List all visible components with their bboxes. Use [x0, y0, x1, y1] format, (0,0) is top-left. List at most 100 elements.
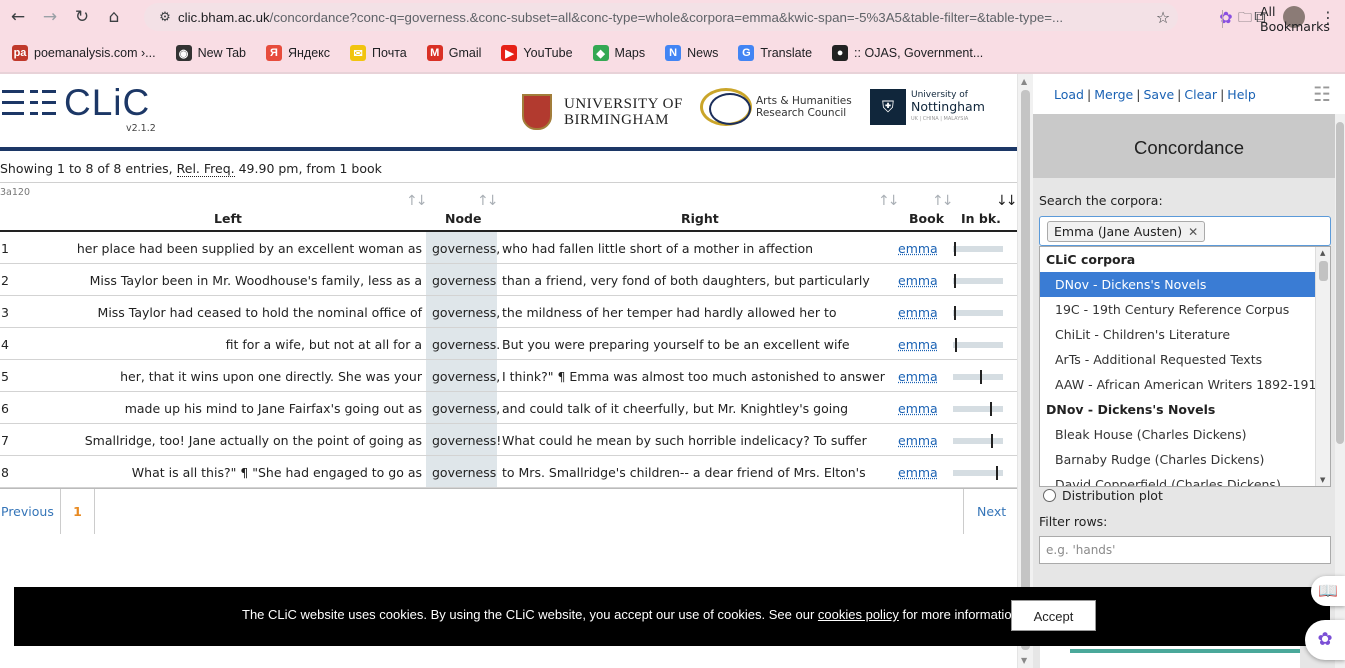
- dropdown-scroll-up-icon[interactable]: ▲: [1320, 249, 1325, 257]
- header-right[interactable]: Right: [681, 211, 719, 226]
- node-word: governess: [432, 273, 497, 288]
- table-row: 5 her, that it wins upon one directly. Sh…: [0, 360, 1017, 392]
- in-book-position-bar: [953, 306, 1003, 320]
- url-text[interactable]: clic.bham.ac.uk/concordance?conc-q=gover…: [178, 10, 1148, 25]
- dropdown-scrollbar[interactable]: ▲ ▼: [1315, 247, 1330, 486]
- bookmark-item[interactable]: pa poemanalysis.com ›...: [4, 45, 164, 61]
- in-book-position-mark: [954, 306, 956, 320]
- bookmark-item[interactable]: M Gmail: [419, 45, 490, 61]
- next-page-button[interactable]: Next: [963, 489, 1017, 534]
- sort-inbk-icon[interactable]: ↓↓: [996, 193, 1018, 209]
- in-book-position-mark: [954, 242, 956, 256]
- clic-logo[interactable]: CLiC: [64, 82, 150, 124]
- dropdown-option[interactable]: ChiLit - Children's Literature: [1040, 322, 1315, 347]
- clear-link[interactable]: Clear: [1184, 87, 1217, 102]
- bookmark-item[interactable]: G Translate: [730, 45, 820, 61]
- panel-settings-icon[interactable]: ☷: [1313, 82, 1331, 106]
- folder-icon: 🗀: [1238, 10, 1252, 26]
- dropdown-option[interactable]: Bleak House (Charles Dickens): [1040, 422, 1315, 447]
- bookmark-item[interactable]: Я Яндекс: [258, 45, 338, 61]
- scroll-up-icon[interactable]: ▲: [1021, 77, 1027, 86]
- bookmark-item[interactable]: N News: [657, 45, 726, 61]
- dropdown-option[interactable]: ArTs - Additional Requested Texts: [1040, 347, 1315, 372]
- dropdown-option[interactable]: Barnaby Rudge (Charles Dickens): [1040, 447, 1315, 472]
- search-corpora-label: Search the corpora:: [1039, 193, 1163, 208]
- bookmark-favicon-icon: ▶: [501, 45, 518, 61]
- help-link[interactable]: Help: [1227, 87, 1256, 102]
- ahrc-logo[interactable]: Arts & Humanities Research Council: [700, 88, 852, 126]
- bookmark-item[interactable]: ◉ New Tab: [168, 45, 254, 61]
- distribution-plot-option[interactable]: Distribution plot: [1043, 488, 1163, 503]
- scroll-down-icon[interactable]: ▼: [1021, 656, 1027, 665]
- back-icon[interactable]: ←: [4, 3, 32, 31]
- header-left[interactable]: Left: [214, 211, 242, 226]
- sort-book-icon[interactable]: ↑↓: [932, 193, 954, 209]
- assistant-brain-icon[interactable]: ✿: [1305, 620, 1345, 660]
- uob-logo[interactable]: UNIVERSITY OF BIRMINGHAM: [522, 94, 683, 130]
- clic-logo-bars-icon: [2, 90, 56, 115]
- cookies-policy-link[interactable]: cookies policy: [818, 607, 899, 622]
- all-bookmarks[interactable]: 🗀 All Bookmarks: [1238, 0, 1345, 38]
- sort-left-icon[interactable]: ↑↓: [406, 193, 428, 209]
- table-row: 2 Miss Taylor been in Mr. Woodhouse's fam…: [0, 264, 1017, 296]
- site-settings-icon[interactable]: ⚙: [152, 10, 178, 25]
- dropdown-option[interactable]: DNov - Dickens's Novels: [1040, 272, 1315, 297]
- slider-track[interactable]: [1070, 649, 1300, 653]
- reload-icon[interactable]: ↻: [68, 3, 96, 31]
- page-scroll-thumb[interactable]: [1021, 90, 1030, 650]
- dropdown-option[interactable]: 19C - 19th Century Reference Corpus: [1040, 297, 1315, 322]
- home-icon[interactable]: ⌂: [100, 3, 128, 31]
- save-link[interactable]: Save: [1143, 87, 1174, 102]
- bookmark-item[interactable]: ◆ Maps: [585, 45, 654, 61]
- uon-logo[interactable]: ⛨ University of Nottingham UK | CHINA | MA…: [870, 89, 985, 125]
- header-rule: [0, 147, 1017, 151]
- sort-node-icon[interactable]: ↑↓: [477, 193, 499, 209]
- in-book-position-bar: [953, 466, 1003, 480]
- row-number: 7: [1, 433, 9, 448]
- forward-icon[interactable]: →: [36, 3, 64, 31]
- book-link[interactable]: emma: [898, 401, 938, 416]
- dropdown-scroll-down-icon[interactable]: ▼: [1320, 476, 1325, 484]
- previous-page-button[interactable]: Previous: [1, 504, 54, 519]
- filter-rows-input[interactable]: e.g. 'hands': [1039, 536, 1331, 564]
- book-link[interactable]: emma: [898, 305, 938, 320]
- book-link[interactable]: emma: [898, 433, 938, 448]
- page-scrollbar[interactable]: ▲ ▼: [1017, 74, 1033, 668]
- book-link[interactable]: emma: [898, 273, 938, 288]
- dropdown-scroll-thumb[interactable]: [1319, 261, 1328, 281]
- table-row: 3 Miss Taylor had ceased to hold the nomi…: [0, 296, 1017, 328]
- header-book[interactable]: Book: [909, 211, 944, 226]
- book-link[interactable]: emma: [898, 369, 938, 384]
- corpora-select[interactable]: Emma (Jane Austen) ✕: [1039, 216, 1331, 246]
- node-word: governess,: [432, 369, 501, 384]
- remove-chip-icon[interactable]: ✕: [1188, 225, 1198, 239]
- panel-scroll-thumb[interactable]: [1336, 122, 1344, 444]
- header-node[interactable]: Node: [445, 211, 481, 226]
- address-bar[interactable]: ⚙ clic.bham.ac.uk/concordance?conc-q=gov…: [144, 3, 1178, 31]
- selected-corpus-chip[interactable]: Emma (Jane Austen) ✕: [1047, 221, 1206, 242]
- bookmark-star-icon[interactable]: ☆: [1148, 8, 1178, 27]
- book-link[interactable]: emma: [898, 241, 938, 256]
- dropdown-option[interactable]: David Copperfield (Charles Dickens): [1040, 472, 1315, 486]
- accept-cookies-button[interactable]: Accept: [1011, 600, 1096, 631]
- merge-link[interactable]: Merge: [1094, 87, 1133, 102]
- bookmark-item[interactable]: ▶ YouTube: [493, 45, 580, 61]
- bookmark-item[interactable]: ●:: OJAS, Government...: [824, 45, 991, 61]
- bookmark-item[interactable]: ✉ Почта: [342, 45, 415, 61]
- header-inbk[interactable]: In bk.: [961, 211, 1001, 226]
- reader-book-icon[interactable]: 📖: [1311, 576, 1345, 606]
- right-context: What could he mean by such horrible inde…: [502, 433, 867, 448]
- right-context: I think?" ¶ Emma was almost too much ast…: [502, 369, 885, 384]
- book-link[interactable]: emma: [898, 465, 938, 480]
- left-context: Miss Taylor had ceased to hold the nomin…: [97, 305, 422, 320]
- distribution-radio[interactable]: [1043, 489, 1056, 502]
- load-link[interactable]: Load: [1054, 87, 1084, 102]
- current-page-button[interactable]: 1: [60, 489, 95, 534]
- book-link[interactable]: emma: [898, 337, 938, 352]
- browser-toolbar: ← → ↻ ⌂ ⚙ clic.bham.ac.uk/concordance?co…: [0, 0, 1345, 34]
- dropdown-option[interactable]: AAW - African American Writers 1892-1912: [1040, 372, 1315, 397]
- cookie-banner: The CLiC website uses cookies. By using …: [14, 587, 1330, 646]
- sort-right-icon[interactable]: ↑↓: [878, 193, 900, 209]
- right-context: to Mrs. Smallridge's children-- a dear f…: [502, 465, 866, 480]
- table-row: 4 fit for a wife, but not at all for a gov…: [0, 328, 1017, 360]
